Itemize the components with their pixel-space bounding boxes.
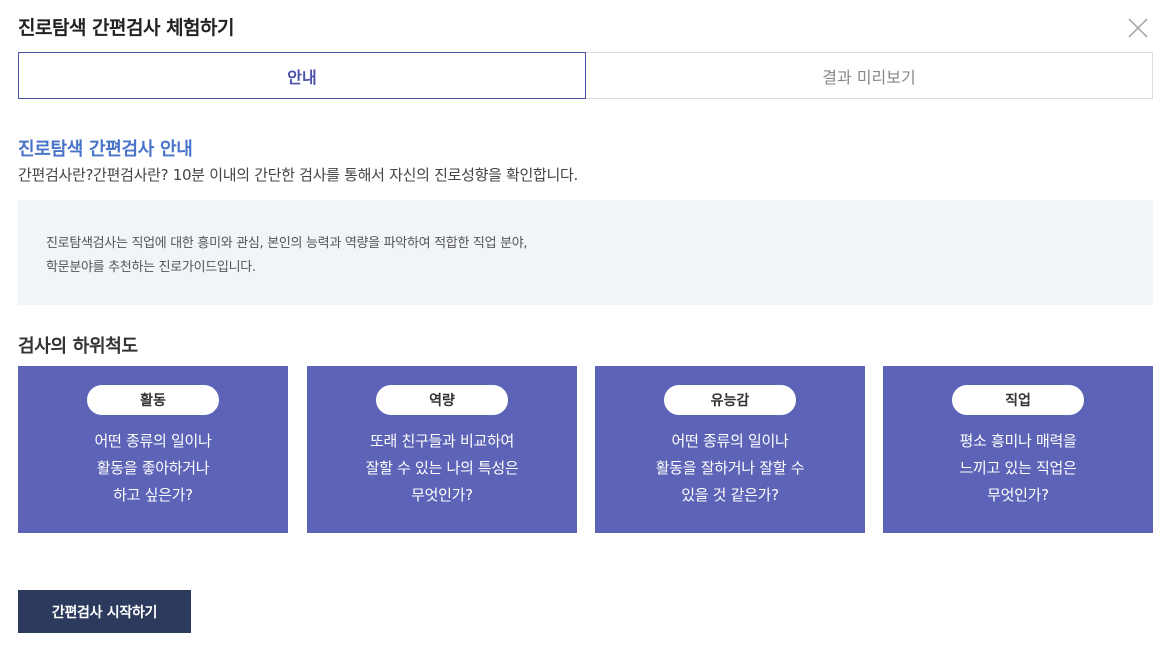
card-line: 어떤 종류의 일이나 <box>671 432 789 450</box>
tab-guide[interactable]: 안내 <box>18 52 586 99</box>
close-button[interactable] <box>1126 16 1150 40</box>
card-line: 하고 싶은가? <box>113 486 193 504</box>
card-description: 또래 친구들과 비교하여 잘할 수 있는 나의 특성은 무엇인가? <box>307 428 577 509</box>
card-line: 어떤 종류의 일이나 <box>94 432 212 450</box>
card-badge: 활동 <box>87 385 219 415</box>
card-badge: 직업 <box>952 385 1084 415</box>
card-badge: 역량 <box>376 385 508 415</box>
info-line: 학문분야를 추천하는 진로가이드입니다. <box>46 260 256 275</box>
modal-title: 진로탐색 간편검사 체험하기 <box>18 17 235 39</box>
start-test-button[interactable]: 간편검사 시작하기 <box>18 590 191 633</box>
card-line: 있을 것 같은가? <box>681 486 779 504</box>
close-icon <box>1128 18 1148 38</box>
guide-title: 진로탐색 간편검사 안내 <box>18 139 193 160</box>
card-line: 평소 흥미나 매력을 <box>959 432 1077 450</box>
tab-result-preview[interactable]: 결과 미리보기 <box>586 52 1153 99</box>
modal: 진로탐색 간편검사 체험하기 안내 결과 미리보기 진로탐색 간편검사 안내 간… <box>0 0 1160 662</box>
guide-intro: 간편검사란?간편검사란? 10분 이내의 간단한 검사를 통해서 자신의 진로성… <box>18 166 579 184</box>
card-badge: 유능감 <box>664 385 796 415</box>
subscale-card-efficacy: 유능감 어떤 종류의 일이나 활동을 잘하거나 잘할 수 있을 것 같은가? <box>595 366 865 533</box>
card-line: 느끼고 있는 직업은 <box>959 459 1077 477</box>
info-box: 진로탐색검사는 직업에 대한 흥미와 관심, 본인의 능력과 역량을 파악하여 … <box>18 200 1153 305</box>
card-line: 무엇인가? <box>987 486 1049 504</box>
card-description: 어떤 종류의 일이나 활동을 좋아하거나 하고 싶은가? <box>18 428 288 509</box>
info-line: 진로탐색검사는 직업에 대한 흥미와 관심, 본인의 능력과 역량을 파악하여 … <box>46 236 528 251</box>
card-line: 활동을 좋아하거나 <box>96 459 210 477</box>
subscale-card-activity: 활동 어떤 종류의 일이나 활동을 좋아하거나 하고 싶은가? <box>18 366 288 533</box>
subscale-cards: 활동 어떤 종류의 일이나 활동을 좋아하거나 하고 싶은가? 역량 또래 친구… <box>18 366 1153 533</box>
card-description: 어떤 종류의 일이나 활동을 잘하거나 잘할 수 있을 것 같은가? <box>595 428 865 509</box>
card-line: 무엇인가? <box>411 486 473 504</box>
subscales-title: 검사의 하위척도 <box>18 336 138 357</box>
card-line: 활동을 잘하거나 잘할 수 <box>655 459 805 477</box>
card-line: 또래 친구들과 비교하여 <box>370 432 514 450</box>
card-line: 잘할 수 있는 나의 특성은 <box>365 459 519 477</box>
subscale-card-occupation: 직업 평소 흥미나 매력을 느끼고 있는 직업은 무엇인가? <box>883 366 1153 533</box>
tab-bar: 안내 결과 미리보기 <box>18 52 1153 99</box>
card-description: 평소 흥미나 매력을 느끼고 있는 직업은 무엇인가? <box>883 428 1153 509</box>
subscale-card-competency: 역량 또래 친구들과 비교하여 잘할 수 있는 나의 특성은 무엇인가? <box>307 366 577 533</box>
